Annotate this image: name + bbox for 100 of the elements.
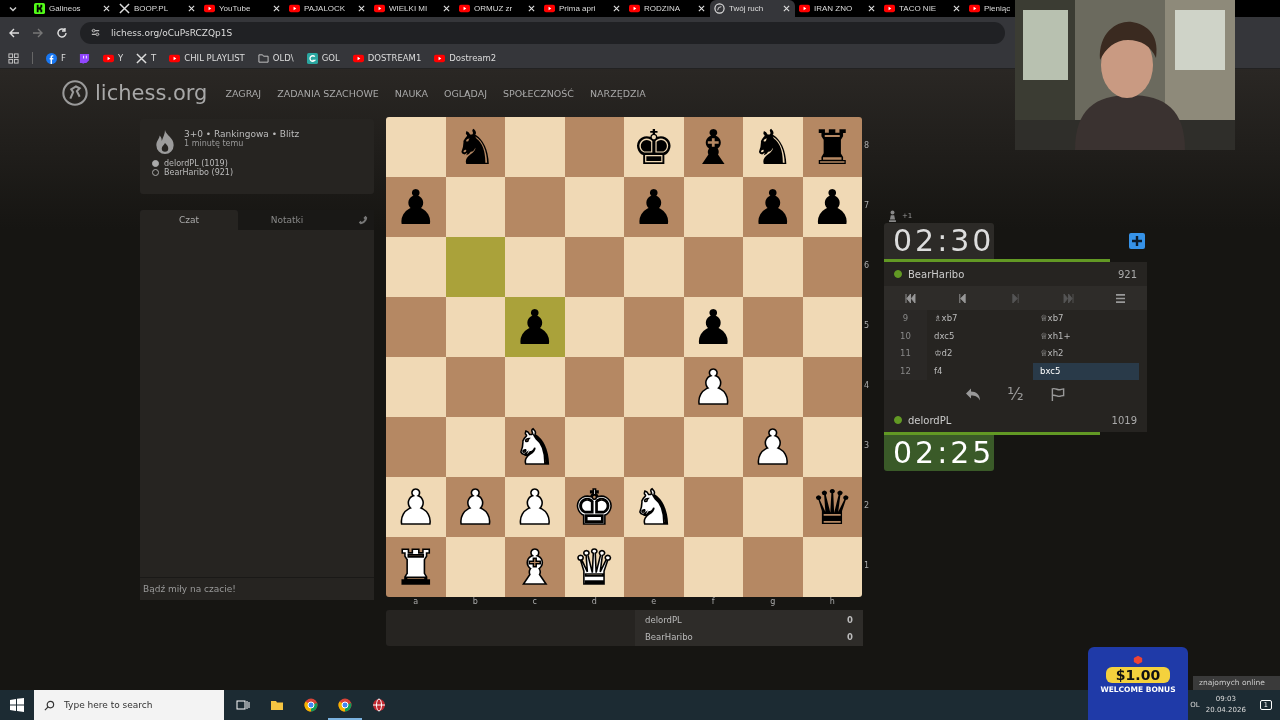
board-square[interactable] <box>564 417 624 477</box>
move[interactable]: dxc5 <box>927 327 1033 345</box>
bookmark[interactable]: DOSTREAM1 <box>352 52 422 64</box>
board-square[interactable] <box>624 537 684 597</box>
player-name[interactable]: BearHaribo <box>908 268 1112 280</box>
board-square[interactable]: ♝ <box>683 117 743 177</box>
move[interactable]: f4 <box>927 362 1033 380</box>
nav-link[interactable]: OGLĄDAJ <box>443 87 487 99</box>
browser-tab[interactable]: BOOP.PL <box>115 0 200 17</box>
board-square[interactable] <box>564 357 624 417</box>
nav-link[interactable]: ZAGRAJ <box>225 87 262 99</box>
board-square[interactable] <box>564 297 624 357</box>
move[interactable]: ♕xb7 <box>1033 310 1139 328</box>
browser-tab[interactable]: TACO NIE <box>880 0 965 17</box>
chess-piece[interactable]: ♞ <box>751 123 795 171</box>
board-square[interactable] <box>743 237 803 297</box>
board-square[interactable] <box>386 417 446 477</box>
flag-icon[interactable] <box>1049 386 1066 402</box>
chess-piece[interactable]: ♜ <box>810 123 854 171</box>
chess-piece[interactable]: ♚ <box>632 123 676 171</box>
chat-tab[interactable]: Czat <box>140 210 238 230</box>
board-square[interactable]: ♟ <box>743 177 803 237</box>
close-icon[interactable] <box>103 5 110 12</box>
browser-icon[interactable] <box>328 698 362 720</box>
board-square[interactable] <box>802 237 862 297</box>
chess-piece[interactable]: ♟ <box>394 183 438 231</box>
chess-piece[interactable]: ♟ <box>513 303 557 351</box>
board-square[interactable] <box>505 357 565 417</box>
board-square[interactable]: ♟ <box>624 177 684 237</box>
next-move-icon[interactable] <box>1010 293 1021 303</box>
browser-tab[interactable]: PAJALOCK <box>285 0 370 17</box>
board-square[interactable]: ♟ <box>683 297 743 357</box>
board-square[interactable] <box>564 117 624 177</box>
board-square[interactable] <box>683 417 743 477</box>
first-move-icon[interactable] <box>904 293 916 303</box>
close-icon[interactable] <box>528 5 535 12</box>
player-name[interactable]: delordPL (1019) <box>164 159 228 168</box>
board-square[interactable] <box>802 297 862 357</box>
close-icon[interactable] <box>868 5 875 12</box>
board-square[interactable] <box>386 117 446 177</box>
board-square[interactable] <box>445 177 505 237</box>
chess-piece[interactable]: ♝ <box>691 123 735 171</box>
previous-move-icon[interactable] <box>957 293 969 303</box>
nav-link[interactable]: SPOŁECZNOŚĆ <box>503 87 574 99</box>
chess-piece[interactable]: ♟ <box>632 183 676 231</box>
board-square[interactable] <box>802 537 862 597</box>
close-icon[interactable] <box>953 5 960 12</box>
board-square[interactable] <box>445 417 505 477</box>
board-square[interactable] <box>386 297 446 357</box>
board-square[interactable] <box>386 357 446 417</box>
bookmark[interactable]: OLD\ <box>257 52 294 64</box>
board-square[interactable] <box>564 177 624 237</box>
browser-tab[interactable]: Prima apri <box>540 0 625 17</box>
board-square[interactable] <box>743 537 803 597</box>
board-square[interactable] <box>624 297 684 357</box>
browser-tab[interactable]: WIELKI MI <box>370 0 455 17</box>
board-square[interactable]: ♚ <box>624 117 684 177</box>
browser-tab[interactable]: Galineos <box>30 0 115 17</box>
bookmark[interactable]: T <box>136 52 157 64</box>
board-square[interactable]: ♛ <box>802 477 862 537</box>
board-square[interactable] <box>564 237 624 297</box>
player-name[interactable]: delordPL <box>908 414 1106 426</box>
takeback-icon[interactable] <box>965 386 982 402</box>
site-settings-icon[interactable] <box>90 27 101 38</box>
nav-link[interactable]: ZADANIA SZACHOWE <box>277 87 379 99</box>
back-icon[interactable] <box>8 26 20 39</box>
menu-icon[interactable] <box>1115 293 1127 303</box>
chess-piece[interactable]: ♟ <box>691 303 735 351</box>
close-icon[interactable] <box>273 5 280 12</box>
board-square[interactable]: ♟ <box>386 177 446 237</box>
board-square[interactable]: ♟ <box>802 177 862 237</box>
chess-piece[interactable]: ♟ <box>751 183 795 231</box>
player-name[interactable]: BearHaribo (921) <box>164 168 234 177</box>
chat-tab[interactable]: Notatki <box>238 210 336 230</box>
browser-tab[interactable]: Pieniąc <box>965 0 1011 17</box>
chess-board[interactable]: ♞ ♚ ♝ ♞ ♜ ♟ ♟ ♟ ♟ ♟ ♟ ♟ ♞ ♟ ♟ ♟ ♟ ♚ ♞ ♛ ♜ ♝ ♛ <box>386 117 862 597</box>
board-square[interactable] <box>624 237 684 297</box>
bookmark[interactable] <box>78 52 90 64</box>
browser-tab[interactable]: IRAN ZNO <box>795 0 880 17</box>
board-square[interactable] <box>445 357 505 417</box>
board-square[interactable] <box>624 417 684 477</box>
taskbar-search-field[interactable]: Type here to search <box>34 690 224 720</box>
browser-tab[interactable]: YouTube <box>200 0 285 17</box>
bookmark[interactable]: CHIL PLAYLIST <box>169 52 245 64</box>
board-square[interactable] <box>683 537 743 597</box>
address-bar[interactable]: lichess.org/oCuPsRCZQp1S <box>80 21 1005 44</box>
close-icon[interactable] <box>698 5 705 12</box>
chess-piece[interactable]: ♟ <box>810 183 854 231</box>
board-square[interactable] <box>505 177 565 237</box>
apps-icon[interactable] <box>8 52 19 64</box>
board-square[interactable] <box>624 357 684 417</box>
reload-icon[interactable] <box>56 26 68 39</box>
board-square[interactable] <box>505 237 565 297</box>
board-square[interactable] <box>683 237 743 297</box>
board-square[interactable] <box>802 357 862 417</box>
last-move-icon[interactable] <box>1062 293 1074 303</box>
board-square[interactable]: ♜ <box>802 117 862 177</box>
move[interactable]: bxc5 <box>1033 362 1139 380</box>
add-time-button[interactable] <box>1129 233 1145 249</box>
forward-icon[interactable] <box>32 26 44 39</box>
